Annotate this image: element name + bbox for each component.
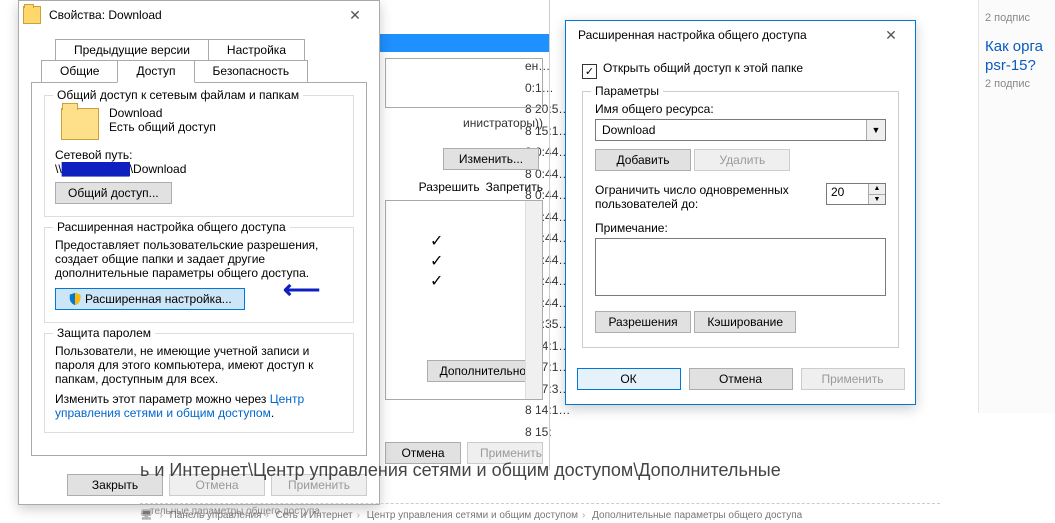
- share-status: Есть общий доступ: [109, 120, 216, 134]
- checkbox-icon: ✓: [582, 64, 597, 79]
- caching-button[interactable]: Кэширование: [694, 311, 796, 333]
- tab-general[interactable]: Общие: [41, 60, 118, 83]
- note-label: Примечание:: [595, 221, 886, 235]
- share-button[interactable]: Общий доступ...: [55, 182, 172, 204]
- webpage-sidebar: 2 подпис Как оргаpsr-15? 2 подпис: [978, 0, 1055, 413]
- share-name-label: Имя общего ресурса:: [595, 102, 886, 116]
- deny-header: Запретить: [486, 180, 543, 194]
- password-group-title: Защита паролем: [53, 326, 155, 340]
- note-textarea[interactable]: [595, 238, 886, 296]
- advanced-sharing-dialog: Расширенная настройка общего доступа ✕ ✓…: [565, 20, 916, 405]
- tab-customize[interactable]: Настройка: [208, 39, 305, 61]
- spinner[interactable]: ▲▼: [868, 184, 885, 204]
- close-icon[interactable]: ✕: [871, 21, 911, 49]
- window-title: Свойства: Download: [45, 8, 335, 22]
- titlebar[interactable]: Расширенная настройка общего доступа ✕: [566, 21, 915, 49]
- window-title: Расширенная настройка общего доступа: [570, 28, 871, 42]
- advanced-sharing-desc: Предоставляет пользовательские разрешени…: [55, 238, 343, 280]
- tab-sharing[interactable]: Доступ: [117, 60, 194, 83]
- question-link[interactable]: Как оргаpsr-15?: [985, 38, 1049, 76]
- tab-security[interactable]: Безопасность: [194, 60, 309, 83]
- network-path-value: \\████████\Download: [55, 162, 343, 176]
- permissions-list[interactable]: ✓ ✓ ✓: [385, 200, 543, 400]
- share-name-dropdown[interactable]: Download ▼: [595, 119, 886, 141]
- folder-name: Download: [109, 106, 216, 120]
- remove-button: Удалить: [694, 149, 790, 171]
- permissions-button[interactable]: Разрешения: [595, 311, 691, 333]
- password-desc: Пользователи, не имеющие учетной записи …: [55, 344, 343, 386]
- background-path-text: ь и Интернет\Центр управления сетями и о…: [140, 460, 781, 481]
- network-sharing-group-title: Общий доступ к сетевым файлам и папкам: [53, 88, 303, 102]
- tab-previous-versions[interactable]: Предыдущие версии: [55, 39, 209, 61]
- shield-icon: [68, 292, 82, 306]
- properties-dialog: Свойства: Download ✕ Предыдущие версии Н…: [18, 0, 380, 505]
- chevron-down-icon: ▼: [866, 120, 885, 140]
- advanced-sharing-group-title: Расширенная настройка общего доступа: [53, 220, 290, 234]
- apply-button: Применить: [801, 368, 905, 390]
- password-change-prefix: Изменить этот параметр можно через: [55, 392, 270, 406]
- enable-share-checkbox[interactable]: ✓Открыть общий доступ к этой папке: [582, 61, 803, 75]
- security-dialog-fragment: инистраторы)) Изменить... Разрешить Запр…: [379, 0, 550, 470]
- subscribers-count: 2 подпис: [985, 12, 1049, 24]
- close-icon[interactable]: ✕: [335, 1, 375, 29]
- folder-icon: [23, 6, 41, 24]
- admins-label: инистраторы)): [379, 114, 549, 132]
- user-limit-input[interactable]: 20 ▲▼: [826, 183, 886, 205]
- network-path-label: Сетевой путь:: [55, 148, 343, 162]
- ok-button[interactable]: ОК: [577, 368, 681, 390]
- change-button[interactable]: Изменить...: [443, 148, 539, 170]
- titlebar[interactable]: Свойства: Download ✕: [19, 1, 379, 29]
- folder-icon: [61, 108, 99, 140]
- breadcrumb[interactable]: 🖥 › Панель управления› Сеть и Интернет› …: [140, 510, 802, 521]
- add-button[interactable]: Добавить: [595, 149, 691, 171]
- allow-header: Разрешить: [419, 180, 480, 194]
- parameters-group-title: Параметры: [591, 84, 663, 98]
- scrollbar[interactable]: [525, 201, 542, 399]
- advanced-sharing-button[interactable]: Расширенная настройка...: [55, 288, 245, 310]
- cancel-button[interactable]: Отмена: [689, 368, 793, 390]
- limit-label: Ограничить число одновременныхпользовате…: [595, 183, 816, 211]
- subscribers-count: 2 подпис: [985, 78, 1049, 90]
